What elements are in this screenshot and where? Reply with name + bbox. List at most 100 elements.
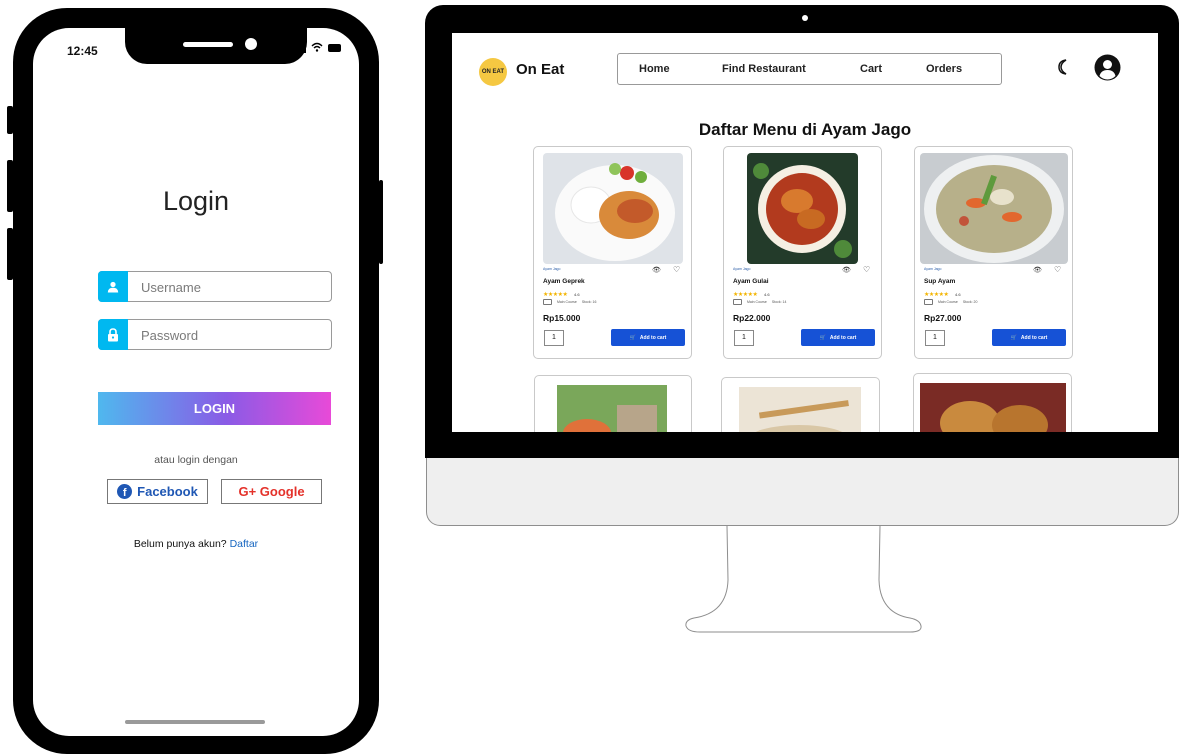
food-image [557,385,667,432]
view-icon[interactable]: 👁 [1033,266,1042,274]
username-input[interactable] [139,277,319,297]
menu-item-name: Sup Ayam [924,278,956,285]
lock-icon [98,319,128,350]
home-indicator [125,720,265,724]
user-icon [98,271,128,302]
phone-volume-down [7,228,13,280]
monitor-camera [802,15,808,21]
phone-mockup: 12:45 Login LOGIN atau login deng [7,8,383,754]
user-profile-button[interactable] [1094,54,1121,86]
moon-icon [1058,59,1067,75]
quantity-input[interactable]: 1 [734,330,754,346]
view-icon[interactable]: 👁 [842,266,851,274]
category-text: Main Course [747,300,767,304]
quantity-input[interactable]: 1 [544,330,564,346]
favorite-heart-icon[interactable]: ♡ [1054,265,1061,274]
menu-card: Ayam Jago 👁 ♡ Ayam Gulai ★★★★★ 4.6 Main … [723,146,882,359]
add-to-cart-button[interactable]: 🛒 Add to cart [611,329,685,346]
dark-mode-toggle[interactable] [1056,58,1070,81]
add-to-cart-button[interactable]: 🛒 Add to cart [801,329,875,346]
phone-notch [125,28,307,64]
cart-icon: 🛒 [629,334,636,341]
menu-card [913,373,1072,432]
menu-meta: Main Course Stock: 14 [733,299,786,305]
signup-prompt: Belum punya akun? Daftar [33,538,359,550]
category-icon [543,299,552,305]
phone-power-button [379,180,383,264]
status-icons [295,42,341,53]
brand-name[interactable]: On Eat [516,61,564,78]
brand-logo[interactable]: ON EAT [479,58,507,86]
login-button[interactable]: LOGIN [98,392,331,425]
rating-stars: ★★★★★ [733,292,758,298]
food-image-ayam-gulai [747,153,858,264]
rating-stars: ★★★★★ [924,292,949,298]
speaker-grille [183,42,233,47]
food-image-sup-ayam [920,153,1068,264]
stock-text: Stock: 20 [962,300,978,304]
signup-text: Belum punya akun? [133,538,227,550]
quantity-input[interactable]: 1 [925,330,945,346]
favorite-heart-icon[interactable]: ♡ [863,265,870,274]
website-screen: ON EAT On Eat Home Find Restaurant Cart … [452,33,1158,432]
add-to-cart-label: Add to cart [639,334,667,341]
add-to-cart-button[interactable]: 🛒 Add to cart [992,329,1066,346]
menu-item-name: Ayam Gulai [733,278,769,285]
status-time: 12:45 [67,44,98,58]
menu-meta: Main Course Stock: 20 [924,299,977,305]
nav-cart[interactable]: Cart [860,63,882,75]
rating-value: 4.6 [574,292,580,297]
menu-item-price: Rp15.000 [543,313,581,323]
password-input[interactable] [139,325,319,345]
menu-item-price: Rp27.000 [924,313,962,323]
phone-volume-up [7,160,13,212]
category-icon [924,299,933,305]
menu-item-price: Rp22.000 [733,313,771,323]
password-field[interactable] [98,319,332,350]
rating-value: 4.6 [955,292,961,297]
phone-screen: 12:45 Login LOGIN atau login deng [33,28,359,736]
nav-find-restaurant[interactable]: Find Restaurant [722,63,806,75]
menu-card [721,377,880,432]
favorite-heart-icon[interactable]: ♡ [673,265,680,274]
food-image [920,383,1066,432]
nav-home[interactable]: Home [639,63,670,75]
shop-label: Ayam Jago [924,267,942,271]
rating-stars: ★★★★★ [543,292,568,298]
cart-icon: 🛒 [1010,334,1017,341]
signup-link[interactable]: Daftar [230,538,259,550]
rating-value: 4.6 [764,292,770,297]
stock-text: Stock: 14 [771,300,787,304]
monitor-stand [685,525,922,633]
food-image [739,387,861,432]
signal-icon [295,43,306,53]
category-text: Main Course [557,300,577,304]
google-label: G+ Google [238,484,305,499]
nav-orders[interactable]: Orders [926,63,962,75]
facebook-icon: f [117,484,133,499]
login-title: Login [162,186,230,216]
username-field[interactable] [98,271,332,302]
facebook-label: Facebook [137,484,198,499]
menu-card: Ayam Jago 👁 ♡ Ayam Geprek ★★★★★ 4.6 Main… [533,146,692,359]
phone-mute-switch [7,106,13,134]
menu-item-name: Ayam Geprek [543,278,585,285]
view-icon[interactable]: 👁 [652,266,661,274]
battery-icon [328,43,341,52]
menu-card [534,375,692,432]
monitor-chin [426,458,1179,526]
page-title: Daftar Menu di Ayam Jago [698,120,912,139]
facebook-login-button[interactable]: f Facebook [107,479,208,504]
food-image-ayam-geprek [543,153,683,264]
add-to-cart-label: Add to cart [1020,334,1048,341]
menu-card: Ayam Jago 👁 ♡ Sup Ayam ★★★★★ 4.6 Main Co… [914,146,1073,359]
category-text: Main Course [938,300,958,304]
google-login-button[interactable]: G+ Google [221,479,322,504]
shop-label: Ayam Jago [543,267,561,271]
front-camera [245,38,257,50]
stock-text: Stock: 16 [581,300,597,304]
category-icon [733,299,742,305]
wifi-icon [311,42,323,53]
cart-icon: 🛒 [819,334,826,341]
main-nav: Home Find Restaurant Cart Orders [617,53,1002,85]
